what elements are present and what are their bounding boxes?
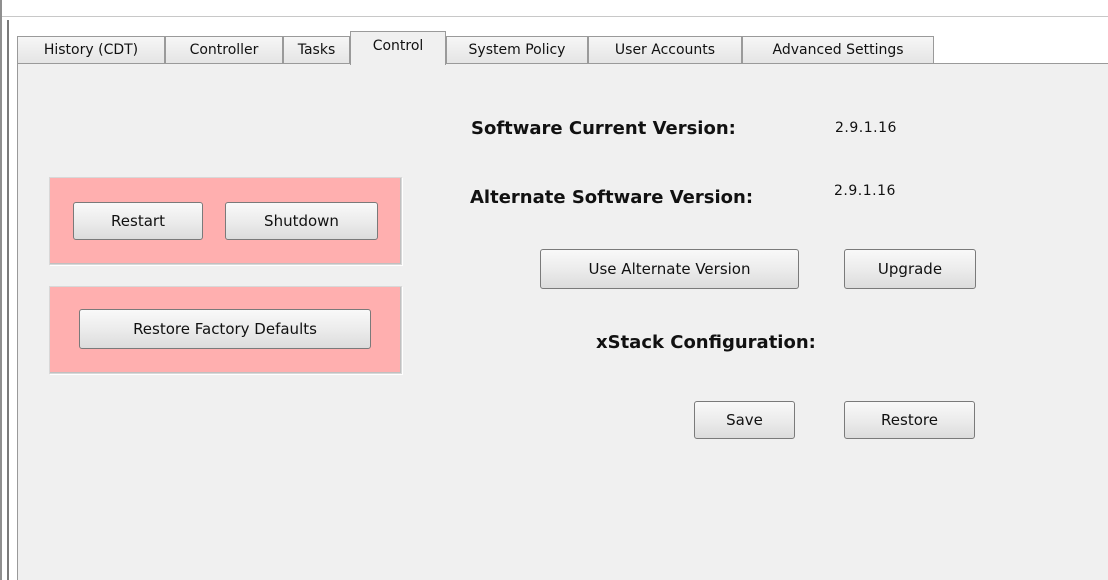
shutdown-button[interactable]: Shutdown xyxy=(225,202,378,240)
software-current-version-label: Software Current Version: xyxy=(471,118,736,139)
top-frame xyxy=(0,0,1108,17)
tab-advanced-settings[interactable]: Advanced Settings xyxy=(742,36,934,64)
application-window: History (CDT) Controller Tasks Control S… xyxy=(0,0,1108,580)
tab-bar: History (CDT) Controller Tasks Control S… xyxy=(17,31,1108,65)
software-current-version-value: 2.9.1.16 xyxy=(835,120,897,136)
restore-factory-defaults-button[interactable]: Restore Factory Defaults xyxy=(79,309,371,349)
use-alternate-version-button[interactable]: Use Alternate Version xyxy=(540,249,799,289)
tab-controller[interactable]: Controller xyxy=(165,36,283,64)
power-control-group: Restart Shutdown xyxy=(49,177,402,265)
alternate-software-version-value: 2.9.1.16 xyxy=(834,183,896,199)
window-left-border xyxy=(0,0,2,580)
tab-history-cdt[interactable]: History (CDT) xyxy=(17,36,165,64)
save-button[interactable]: Save xyxy=(694,401,795,439)
tab-system-policy[interactable]: System Policy xyxy=(446,36,588,64)
xstack-configuration-label: xStack Configuration: xyxy=(596,332,816,353)
alternate-software-version-label: Alternate Software Version: xyxy=(470,187,754,208)
factory-defaults-group: Restore Factory Defaults xyxy=(49,286,402,374)
upgrade-button[interactable]: Upgrade xyxy=(844,249,976,289)
restore-button[interactable]: Restore xyxy=(844,401,975,439)
tab-control[interactable]: Control xyxy=(350,31,446,65)
control-panel: Restart Shutdown Restore Factory Default… xyxy=(17,63,1108,580)
restart-button[interactable]: Restart xyxy=(73,202,203,240)
tab-user-accounts[interactable]: User Accounts xyxy=(588,36,742,64)
panel-left-border xyxy=(7,20,9,580)
tab-tasks[interactable]: Tasks xyxy=(283,36,350,64)
